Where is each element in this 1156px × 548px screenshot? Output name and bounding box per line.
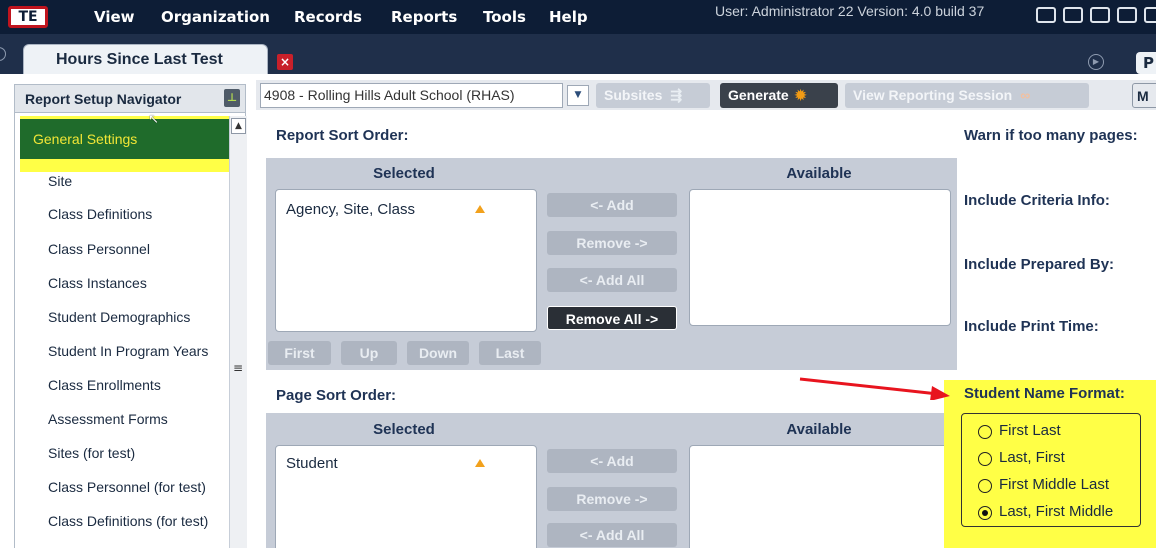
page-available-list[interactable] xyxy=(689,445,951,548)
page-selected-list[interactable]: Student xyxy=(275,445,537,548)
menu-help[interactable]: Help xyxy=(549,8,588,26)
criteria-info-label: Include Criteria Info: xyxy=(964,192,1110,209)
subsites-button[interactable]: Subsites ⇶ xyxy=(596,83,710,108)
last-button[interactable]: Last xyxy=(479,341,541,365)
navigator-title: Report Setup Navigator xyxy=(25,91,182,107)
tab-bar: Hours Since Last Test × ▶ P xyxy=(0,34,1156,74)
report-add-button[interactable]: <- Add xyxy=(547,193,677,217)
radio-label-first-middle-last[interactable]: First Middle Last xyxy=(999,476,1109,493)
gear-icon: ✹ xyxy=(794,87,807,103)
student-name-format-label: Student Name Format: xyxy=(964,385,1125,402)
page-available-header: Available xyxy=(786,421,852,438)
user-version-info: User: Administrator 22 Version: 4.0 buil… xyxy=(715,3,985,19)
report-selected-header: Selected xyxy=(373,165,435,182)
pin-icon[interactable]: ⊥ xyxy=(224,89,240,107)
app-logo: TE xyxy=(8,6,48,28)
tab-close-icon[interactable]: × xyxy=(277,54,293,70)
list-item[interactable]: Agency, Site, Class xyxy=(286,201,415,218)
down-button[interactable]: Down xyxy=(407,341,469,365)
radio-label-first-last[interactable]: First Last xyxy=(999,422,1061,439)
nav-item-class-personnel-for-test[interactable]: Class Personnel (for test) xyxy=(48,479,206,495)
minimize-window-icon[interactable] xyxy=(1063,7,1083,23)
radio-label-last-first-middle[interactable]: Last, First Middle xyxy=(999,503,1113,520)
report-remove-all-button[interactable]: Remove All -> xyxy=(547,306,677,330)
maximize-window-icon[interactable] xyxy=(1090,7,1110,23)
nav-item-class-definitions[interactable]: Class Definitions xyxy=(48,206,152,222)
nav-item-class-definitions-for-test[interactable]: Class Definitions (for test) xyxy=(48,513,208,529)
scroll-up-icon[interactable]: ▲ xyxy=(231,118,246,134)
agency-select[interactable]: 4908 - Rolling Hills Adult School (RHAS) xyxy=(260,83,563,108)
radio-first-middle-last[interactable] xyxy=(978,479,992,493)
scroll-grip-icon[interactable]: ≡ xyxy=(233,362,243,374)
nav-item-assessment-forms[interactable]: Assessment Forms xyxy=(48,411,168,427)
navigator-scrollbar[interactable]: ▲ ≡ xyxy=(229,116,247,548)
annotation-arrow-icon xyxy=(799,377,950,400)
nav-item-student-in-program-years[interactable]: Student In Program Years xyxy=(48,343,208,359)
close-window-icon[interactable] xyxy=(1144,7,1156,23)
warn-pages-label: Warn if too many pages: xyxy=(964,127,1138,144)
menu-records[interactable]: Records xyxy=(294,8,362,26)
view-reporting-session-button[interactable]: View Reporting Session ∞ xyxy=(845,83,1089,108)
nav-item-sites-for-test[interactable]: Sites (for test) xyxy=(48,445,135,461)
report-sort-order-heading: Report Sort Order: xyxy=(276,127,409,144)
tab-hours-since-last-test[interactable]: Hours Since Last Test xyxy=(23,44,268,74)
menu-tools[interactable]: Tools xyxy=(483,8,526,26)
radio-first-last[interactable] xyxy=(978,425,992,439)
generate-button[interactable]: Generate ✹ xyxy=(720,83,838,108)
chevron-down-icon[interactable]: ▼ xyxy=(567,85,589,106)
student-name-format-group: First Last Last, First First Middle Last… xyxy=(961,413,1141,527)
page-selected-header: Selected xyxy=(373,421,435,438)
report-selected-list[interactable]: Agency, Site, Class xyxy=(275,189,537,332)
report-available-list[interactable] xyxy=(689,189,951,326)
tab-p-button[interactable]: P xyxy=(1136,52,1156,74)
tab-scroll-right-icon[interactable]: ▶ xyxy=(1088,54,1104,70)
menu-organization[interactable]: Organization xyxy=(161,8,270,26)
mouse-cursor-icon: ↖ xyxy=(148,112,159,127)
tab-scroll-left-icon[interactable] xyxy=(0,47,6,61)
up-button[interactable]: Up xyxy=(341,341,397,365)
restore-window-icon[interactable] xyxy=(1117,7,1137,23)
print-time-label: Include Print Time: xyxy=(964,318,1099,335)
menu-view[interactable]: View xyxy=(94,8,135,26)
nav-item-class-personnel[interactable]: Class Personnel xyxy=(48,241,150,257)
report-available-header: Available xyxy=(786,165,852,182)
nav-item-student-demographics[interactable]: Student Demographics xyxy=(48,309,190,325)
page-sort-order-heading: Page Sort Order: xyxy=(276,387,397,404)
radio-last-first[interactable] xyxy=(978,452,992,466)
page-add-button[interactable]: <- Add xyxy=(547,449,677,473)
report-add-all-button[interactable]: <- Add All xyxy=(547,268,677,292)
radio-selected-dot-icon xyxy=(982,510,988,516)
first-button[interactable]: First xyxy=(268,341,331,365)
sort-asc-icon[interactable] xyxy=(475,459,485,467)
help-window-icon[interactable] xyxy=(1036,7,1056,23)
report-remove-button[interactable]: Remove -> xyxy=(547,231,677,255)
link-icon: ∞ xyxy=(1020,87,1031,103)
radio-label-last-first[interactable]: Last, First xyxy=(999,449,1065,466)
nav-item-class-enrollments[interactable]: Class Enrollments xyxy=(48,377,161,393)
page-add-all-button[interactable]: <- Add All xyxy=(547,523,677,547)
nav-item-site[interactable]: Site xyxy=(48,173,72,189)
nav-item-class-instances[interactable]: Class Instances xyxy=(48,275,147,291)
navigator-header: Report Setup Navigator ⊥ xyxy=(14,84,246,113)
sort-asc-icon[interactable] xyxy=(475,205,485,213)
menu-reports[interactable]: Reports xyxy=(391,8,457,26)
subsites-icon: ⇶ xyxy=(670,87,683,103)
nav-item-general-settings[interactable]: General Settings xyxy=(20,119,234,159)
prepared-by-label: Include Prepared By: xyxy=(964,256,1115,273)
page-remove-button[interactable]: Remove -> xyxy=(547,487,677,511)
menu-bar: TE View Organization Records Reports Too… xyxy=(0,0,1156,34)
list-item[interactable]: Student xyxy=(286,455,338,472)
more-button[interactable]: M xyxy=(1132,83,1156,108)
radio-last-first-middle[interactable] xyxy=(978,506,992,520)
